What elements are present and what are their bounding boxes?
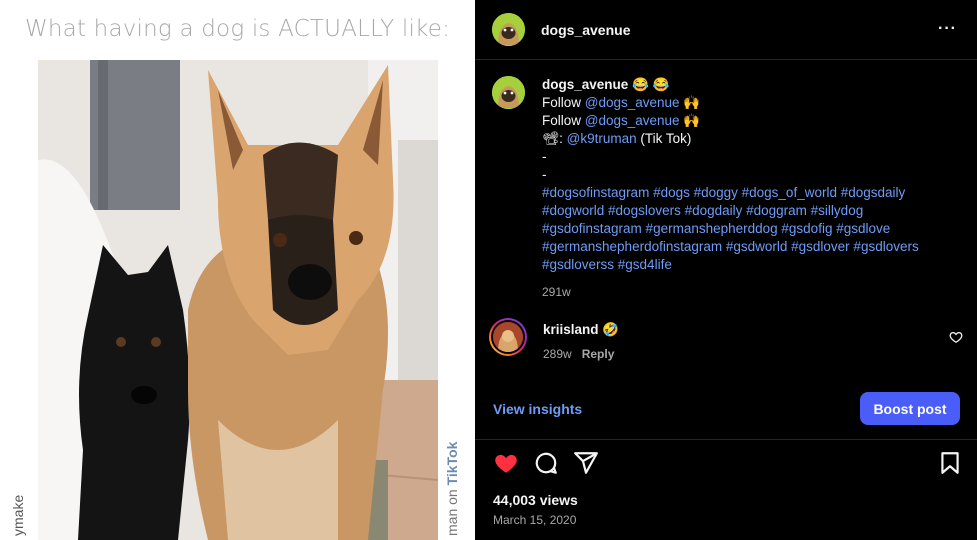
- watermark-right-prefix: man on: [444, 485, 460, 536]
- watermark-left: ymake: [10, 494, 26, 536]
- comment-bubble-icon[interactable]: [533, 450, 559, 476]
- caption-author-avatar[interactable]: [492, 76, 525, 109]
- tiktok-watermark: man on TikTok: [444, 442, 460, 536]
- action-bar: [493, 450, 963, 476]
- post-caption: dogs_avenue 😂 😂 Follow @dogs_avenue 🙌 Fo…: [492, 76, 962, 301]
- view-insights-link[interactable]: View insights: [493, 401, 582, 417]
- caption-body: dogs_avenue 😂 😂 Follow @dogs_avenue 🙌 Fo…: [542, 76, 952, 301]
- comment-meta: 289w Reply: [543, 347, 619, 361]
- more-options-icon[interactable]: ···: [938, 20, 957, 38]
- post-media[interactable]: What having a dog is ACTUALLY like: ymak…: [0, 0, 475, 540]
- post-header: dogs_avenue ···: [475, 0, 977, 60]
- caption-username[interactable]: dogs_avenue: [542, 77, 628, 92]
- media-caption-text: What having a dog is ACTUALLY like:: [24, 16, 451, 42]
- post-details-panel: dogs_avenue ··· dogs_avenue 😂 😂 Follow @…: [475, 0, 977, 540]
- caption-line-follow-2: Follow @dogs_avenue 🙌: [542, 112, 952, 130]
- emoji-text: 🙌: [679, 95, 701, 110]
- credit-suffix: (Tik Tok): [636, 131, 692, 146]
- paper-plane-icon[interactable]: [573, 450, 599, 476]
- caption-timestamp: 291w: [542, 285, 571, 299]
- commenter-avatar[interactable]: [489, 318, 527, 356]
- follow-text: Follow: [542, 95, 585, 110]
- comment-text: 🤣: [602, 322, 620, 337]
- caption-dash: -: [542, 149, 547, 164]
- comment-first-line: kriisland 🤣: [543, 322, 619, 338]
- author-avatar[interactable]: [492, 13, 525, 46]
- heart-filled-icon[interactable]: [493, 450, 519, 476]
- follow-text: Follow: [542, 113, 585, 128]
- credit-mention-link[interactable]: @k9truman: [567, 131, 637, 146]
- caption-dash: -: [542, 167, 547, 182]
- emoji-text: 🙌: [679, 113, 701, 128]
- caption-line-follow-1: Follow @dogs_avenue 🙌: [542, 94, 952, 112]
- caption-line-credit: 📽: @k9truman (Tik Tok): [542, 130, 952, 148]
- view-count[interactable]: 44,003 views: [493, 492, 578, 508]
- boost-post-button[interactable]: Boost post: [860, 392, 960, 425]
- credit-prefix: 📽:: [542, 131, 567, 146]
- caption-first-line: dogs_avenue 😂 😂: [542, 76, 952, 94]
- mention-link[interactable]: @dogs_avenue: [585, 113, 680, 128]
- post-date: March 15, 2020: [493, 513, 577, 527]
- dogs-photo: [38, 60, 438, 540]
- avatar-ring-inner: [491, 320, 525, 354]
- header-username[interactable]: dogs_avenue: [541, 22, 630, 38]
- comment-like-icon[interactable]: [949, 330, 963, 344]
- section-divider: [475, 439, 977, 440]
- bookmark-icon[interactable]: [937, 450, 963, 476]
- reply-button[interactable]: Reply: [582, 347, 615, 361]
- insights-row: View insights Boost post: [493, 392, 960, 425]
- tiktok-brand: TikTok: [444, 441, 460, 486]
- caption-emoji: 😂 😂: [632, 77, 670, 92]
- comment-timestamp: 289w: [543, 347, 572, 361]
- comment-item: kriisland 🤣 289w Reply: [489, 318, 969, 361]
- comment-username[interactable]: kriisland: [543, 322, 599, 337]
- comment-body: kriisland 🤣 289w Reply: [543, 322, 619, 361]
- avatar-image: [493, 322, 523, 352]
- hashtags[interactable]: #dogsofinstagram #dogs #doggy #dogs_of_w…: [542, 184, 952, 274]
- mention-link[interactable]: @dogs_avenue: [585, 95, 680, 110]
